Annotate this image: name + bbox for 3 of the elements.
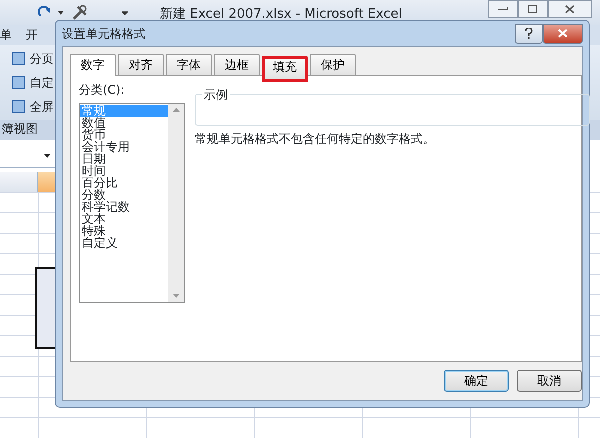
category-label: 分类(C): bbox=[79, 82, 126, 99]
dialog-title: 设置单元格格式 bbox=[62, 26, 146, 42]
window-title: 新建 Excel 2007.xlsx - Microsoft Excel bbox=[160, 6, 402, 24]
